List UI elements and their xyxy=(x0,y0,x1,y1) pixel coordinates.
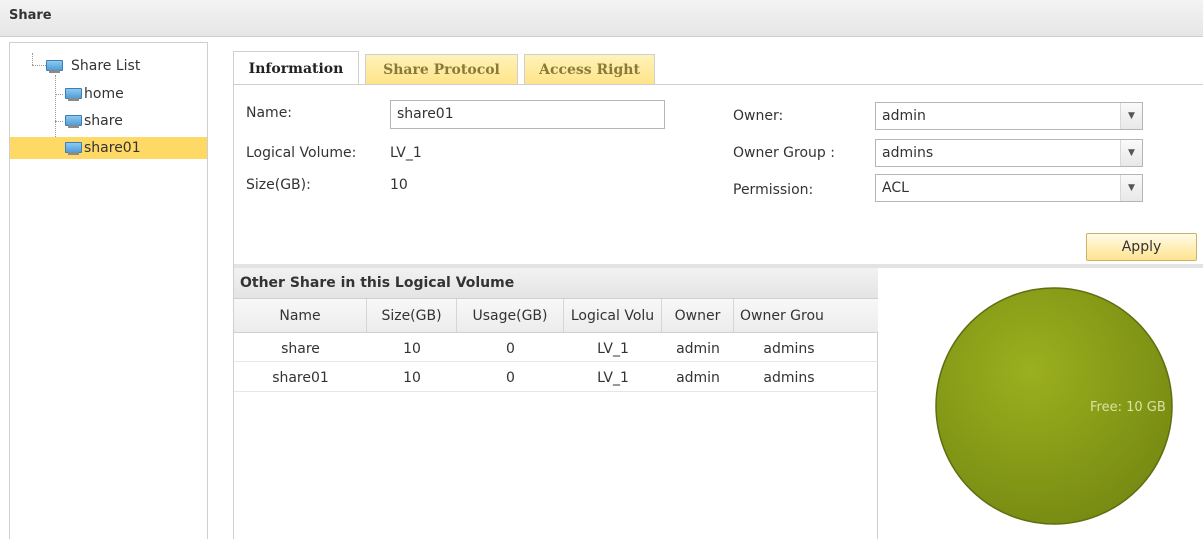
cell-logical-volume: LV_1 xyxy=(597,341,629,357)
tree-item-label: share01 xyxy=(84,140,141,156)
table-row[interactable]: share 10 0 LV_1 admin admins xyxy=(234,337,878,361)
chevron-down-icon[interactable]: ▼ xyxy=(1120,175,1142,201)
cell-usage: 0 xyxy=(506,370,515,386)
column-header-owner-group[interactable]: Owner Grou xyxy=(734,299,878,332)
tree-connector xyxy=(55,121,63,122)
apply-button[interactable]: Apply xyxy=(1086,233,1197,261)
table-row[interactable]: share01 10 0 LV_1 admin admins xyxy=(234,366,878,390)
cell-owner-group: admins xyxy=(763,370,815,386)
column-header-size[interactable]: Size(GB) xyxy=(367,299,457,332)
grid-title: Other Share in this Logical Volume xyxy=(234,268,878,299)
tree-connector xyxy=(55,94,63,95)
name-label: Name: xyxy=(246,105,293,121)
owner-label: Owner: xyxy=(733,108,784,124)
share-folder-icon xyxy=(65,114,82,128)
tab-share-protocol[interactable]: Share Protocol xyxy=(365,54,518,84)
permission-label: Permission: xyxy=(733,182,814,198)
tree-root-share-list[interactable]: Share List xyxy=(46,55,140,77)
logical-volume-label: Logical Volume: xyxy=(246,145,357,161)
chevron-down-icon[interactable]: ▼ xyxy=(1120,140,1142,166)
column-header-usage[interactable]: Usage(GB) xyxy=(457,299,564,332)
cell-size: 10 xyxy=(403,341,421,357)
column-header-logical-volume[interactable]: Logical Volu xyxy=(564,299,662,332)
pie-slice-label: Free: 10 GB xyxy=(1090,400,1166,415)
owner-select-value: admin xyxy=(882,108,926,124)
usage-pie-panel: Free: 10 GB xyxy=(879,268,1203,539)
cell-name: share01 xyxy=(272,370,329,386)
name-field[interactable]: share01 xyxy=(390,100,665,129)
cell-owner-group: admins xyxy=(763,341,815,357)
window-title: Share xyxy=(9,8,52,23)
usage-pie-chart: Free: 10 GB xyxy=(935,287,1173,525)
owner-select[interactable]: admin ▼ xyxy=(875,102,1143,130)
size-label: Size(GB): xyxy=(246,177,311,193)
cell-owner: admin xyxy=(676,341,720,357)
tree-item-share[interactable]: share xyxy=(65,110,123,132)
window-titlebar: Share xyxy=(0,0,1203,37)
other-shares-grid: Other Share in this Logical Volume Name … xyxy=(234,268,878,539)
permission-select[interactable]: ACL ▼ xyxy=(875,174,1143,202)
cell-name: share xyxy=(281,341,320,357)
owner-group-select-value: admins xyxy=(882,145,934,161)
size-value: 10 xyxy=(390,177,408,193)
cell-owner: admin xyxy=(676,370,720,386)
grid-header: Name Size(GB) Usage(GB) Logical Volu Own… xyxy=(234,299,878,333)
permission-select-value: ACL xyxy=(882,180,909,196)
tree-item-label: share xyxy=(84,113,123,129)
tree-root-label: Share List xyxy=(71,58,141,74)
owner-group-label: Owner Group : xyxy=(733,145,835,161)
share-folder-icon xyxy=(46,59,63,73)
share-folder-icon xyxy=(65,87,82,101)
tree-item-share01[interactable]: share01 xyxy=(10,137,207,159)
cell-logical-volume: LV_1 xyxy=(597,370,629,386)
tree-item-label: home xyxy=(84,86,124,102)
share-tree-panel: Share List home share share01 xyxy=(9,42,208,539)
tree-connector xyxy=(32,65,46,66)
column-header-name[interactable]: Name xyxy=(234,299,367,332)
logical-volume-value: LV_1 xyxy=(390,145,422,161)
owner-group-select[interactable]: admins ▼ xyxy=(875,139,1143,167)
cell-usage: 0 xyxy=(506,341,515,357)
tab-information[interactable]: Information xyxy=(233,51,359,85)
tree-connector xyxy=(32,53,33,65)
tree-item-home[interactable]: home xyxy=(65,83,124,105)
cell-size: 10 xyxy=(403,370,421,386)
chevron-down-icon[interactable]: ▼ xyxy=(1120,103,1142,129)
share-folder-icon xyxy=(65,141,82,155)
row-divider xyxy=(234,391,878,392)
column-header-owner[interactable]: Owner xyxy=(662,299,734,332)
tab-access-right[interactable]: Access Right xyxy=(524,54,655,84)
row-divider xyxy=(234,361,878,362)
